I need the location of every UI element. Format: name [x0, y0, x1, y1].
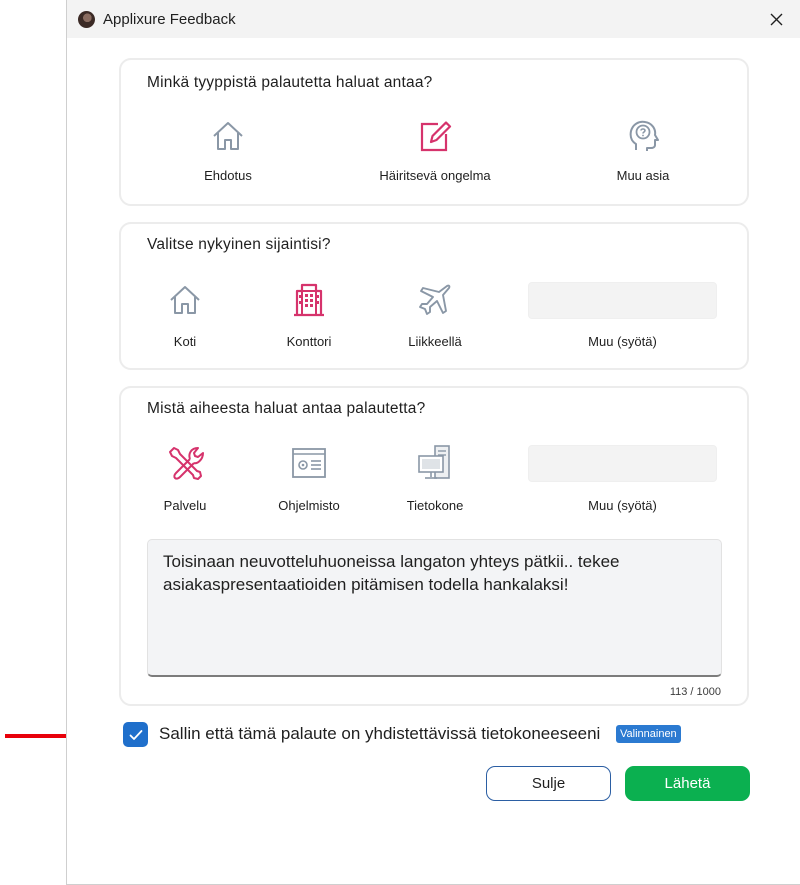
- feedback-window: Applixure Feedback Minkä tyyppistä palau…: [66, 0, 800, 885]
- title-bar: Applixure Feedback: [67, 0, 800, 38]
- location-other-input[interactable]: [528, 282, 717, 319]
- topic-card: Mistä aiheesta haluat antaa palautetta? …: [119, 386, 749, 706]
- checkmark-icon: [129, 729, 142, 740]
- character-counter: 113 / 1000: [669, 686, 721, 698]
- location-question: Valitse nykyinen sijaintisi?: [147, 236, 331, 253]
- option-label: Liikkeellä: [408, 334, 462, 349]
- send-button[interactable]: Lähetä: [625, 766, 750, 801]
- tools-icon: [169, 447, 204, 480]
- airplane-icon: [419, 284, 451, 315]
- feedback-message-textarea[interactable]: Toisinaan neuvotteluhuoneissa langaton y…: [147, 539, 722, 677]
- topic-other-input[interactable]: [528, 445, 717, 482]
- location-card: Valitse nykyinen sijaintisi? Koti Kontto…: [119, 222, 749, 370]
- consent-label[interactable]: Sallin että tämä palaute on yhdistettävi…: [159, 724, 600, 744]
- edit-icon: [420, 121, 452, 152]
- office-building-icon: [294, 283, 324, 317]
- option-label: Ehdotus: [204, 168, 252, 183]
- software-window-icon: [292, 448, 326, 478]
- optional-badge: Valinnainen: [616, 725, 681, 743]
- app-avatar-icon: [78, 11, 95, 28]
- head-question-icon: [629, 120, 659, 151]
- house-icon: [213, 122, 243, 150]
- topic-question: Mistä aiheesta haluat antaa palautetta?: [147, 400, 426, 417]
- location-other-label: Muu (syötä): [588, 334, 657, 349]
- option-label: Häiritsevä ongelma: [379, 168, 491, 183]
- house-icon: [170, 286, 200, 314]
- close-window-button[interactable]: [761, 4, 791, 34]
- feedback-type-question: Minkä tyyppistä palautetta haluat antaa?: [147, 74, 433, 91]
- topic-other-label: Muu (syötä): [588, 498, 657, 513]
- close-icon: [770, 13, 782, 25]
- close-button[interactable]: Sulje: [486, 766, 611, 801]
- consent-checkbox[interactable]: [123, 722, 148, 747]
- feedback-type-card: Minkä tyyppistä palautetta haluat antaa?…: [119, 58, 749, 206]
- option-label: Muu asia: [616, 168, 670, 183]
- window-title: Applixure Feedback: [103, 11, 236, 28]
- computer-icon: [418, 445, 450, 479]
- option-label: Tietokone: [406, 498, 464, 513]
